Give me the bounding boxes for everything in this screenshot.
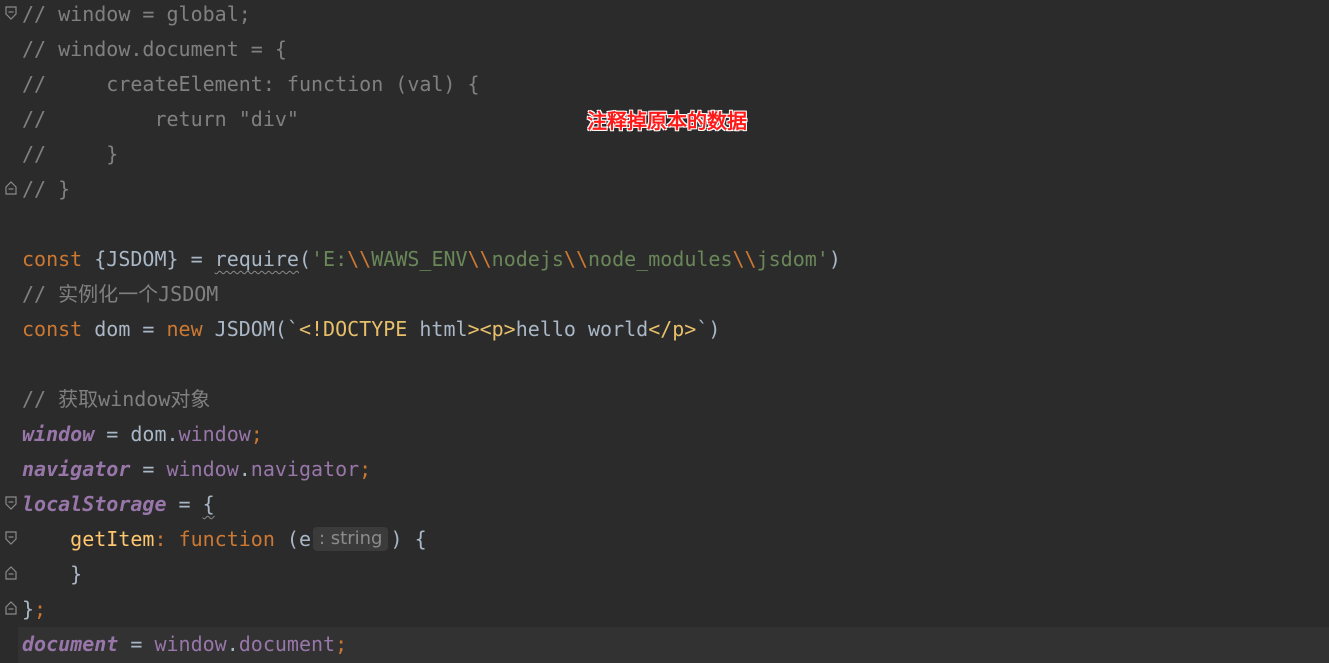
- fold-open-icon[interactable]: [4, 531, 18, 545]
- keyword-const: const: [22, 317, 83, 341]
- code-line-navigator[interactable]: navigator = window.navigator;: [22, 452, 371, 487]
- assign-text: dom =: [82, 317, 167, 341]
- property: navigator: [250, 457, 360, 481]
- semicolon: ;: [34, 597, 47, 621]
- editor-gutter: [0, 0, 18, 663]
- string-escape: \\: [467, 247, 492, 271]
- code-line-comment[interactable]: // return "div": [22, 102, 299, 137]
- code-line-localstorage[interactable]: localStorage = {: [22, 487, 215, 522]
- string-part: WAWS_ENV: [371, 247, 468, 271]
- property: document: [238, 632, 336, 656]
- assign-text: =: [118, 632, 155, 656]
- object-ref: window: [154, 632, 227, 656]
- keyword-new: new: [166, 317, 203, 341]
- fold-open-icon[interactable]: [4, 6, 18, 20]
- html-text: hello world: [515, 317, 649, 341]
- fold-close-icon[interactable]: [4, 566, 18, 580]
- global-variable: localStorage: [22, 492, 167, 516]
- paren-close: ): [828, 247, 841, 271]
- global-variable: navigator: [22, 457, 131, 481]
- semicolon: ;: [335, 632, 348, 656]
- code-line-comment[interactable]: // }: [22, 137, 118, 172]
- assign-text: = dom.: [94, 422, 179, 446]
- code-editor[interactable]: // window = global; // window.document =…: [0, 0, 1329, 663]
- string-part: node_modules: [588, 247, 733, 271]
- assign-text: =: [166, 492, 203, 516]
- property: window: [178, 422, 251, 446]
- template-end: `): [696, 317, 721, 341]
- string-escape: \\: [732, 247, 757, 271]
- html-tag: ><p>: [467, 317, 516, 341]
- param-close: ) {: [390, 527, 427, 551]
- global-variable: window: [22, 422, 95, 446]
- brace-close: }: [22, 597, 35, 621]
- string-escape: \\: [347, 247, 372, 271]
- semicolon: ;: [250, 422, 263, 446]
- dot: .: [226, 632, 239, 656]
- code-line-document[interactable]: document = window.document;: [22, 627, 347, 662]
- destructure-text: {JSDOM} =: [82, 247, 215, 271]
- jsdom-call: JSDOM(`: [202, 317, 299, 341]
- fold-open-icon[interactable]: [4, 496, 18, 510]
- method-name: getItem: [70, 527, 155, 551]
- code-line-comment[interactable]: // window = global;: [22, 0, 251, 32]
- require-function: require: [214, 247, 299, 271]
- brace-open: {: [202, 492, 215, 516]
- colon: :: [154, 527, 179, 551]
- code-line-close-brace[interactable]: }: [22, 557, 82, 592]
- string-escape: \\: [563, 247, 588, 271]
- code-line-getitem[interactable]: getItem: function (e: string) {: [22, 522, 427, 557]
- code-line-comment[interactable]: // 实例化一个JSDOM: [22, 277, 218, 312]
- param-open: (e: [274, 527, 312, 551]
- global-variable: document: [22, 632, 119, 656]
- string-part: nodejs: [491, 247, 564, 271]
- code-line-comment[interactable]: // createElement: function (val) {: [22, 67, 480, 102]
- code-line-comment[interactable]: // }: [22, 172, 70, 207]
- fold-close-icon[interactable]: [4, 181, 18, 195]
- code-line-new-jsdom[interactable]: const dom = new JSDOM(`<!DOCTYPE html><p…: [22, 312, 720, 347]
- keyword-function: function: [178, 527, 275, 551]
- code-line-object-end[interactable]: };: [22, 592, 46, 627]
- html-attr: html: [407, 317, 468, 341]
- code-line-require[interactable]: const {JSDOM} = require('E:\\WAWS_ENV\\n…: [22, 242, 841, 277]
- object-ref: window: [166, 457, 239, 481]
- assign-text: =: [130, 457, 167, 481]
- string-part: jsdom': [756, 247, 829, 271]
- code-line-comment[interactable]: // 获取window对象: [22, 382, 210, 417]
- html-tag: </p>: [648, 317, 697, 341]
- code-line-comment[interactable]: // window.document = {: [22, 32, 287, 67]
- semicolon: ;: [359, 457, 372, 481]
- red-annotation-label: 注释掉原本的数据: [587, 109, 747, 133]
- keyword-const: const: [22, 247, 83, 271]
- type-hint-inlay: : string: [313, 527, 389, 551]
- string-part: 'E:: [311, 247, 348, 271]
- fold-close-icon[interactable]: [4, 601, 18, 615]
- code-line-window[interactable]: window = dom.window;: [22, 417, 263, 452]
- paren-open: (: [298, 247, 312, 271]
- html-doctype: <!DOCTYPE: [298, 317, 408, 341]
- dot: .: [238, 457, 251, 481]
